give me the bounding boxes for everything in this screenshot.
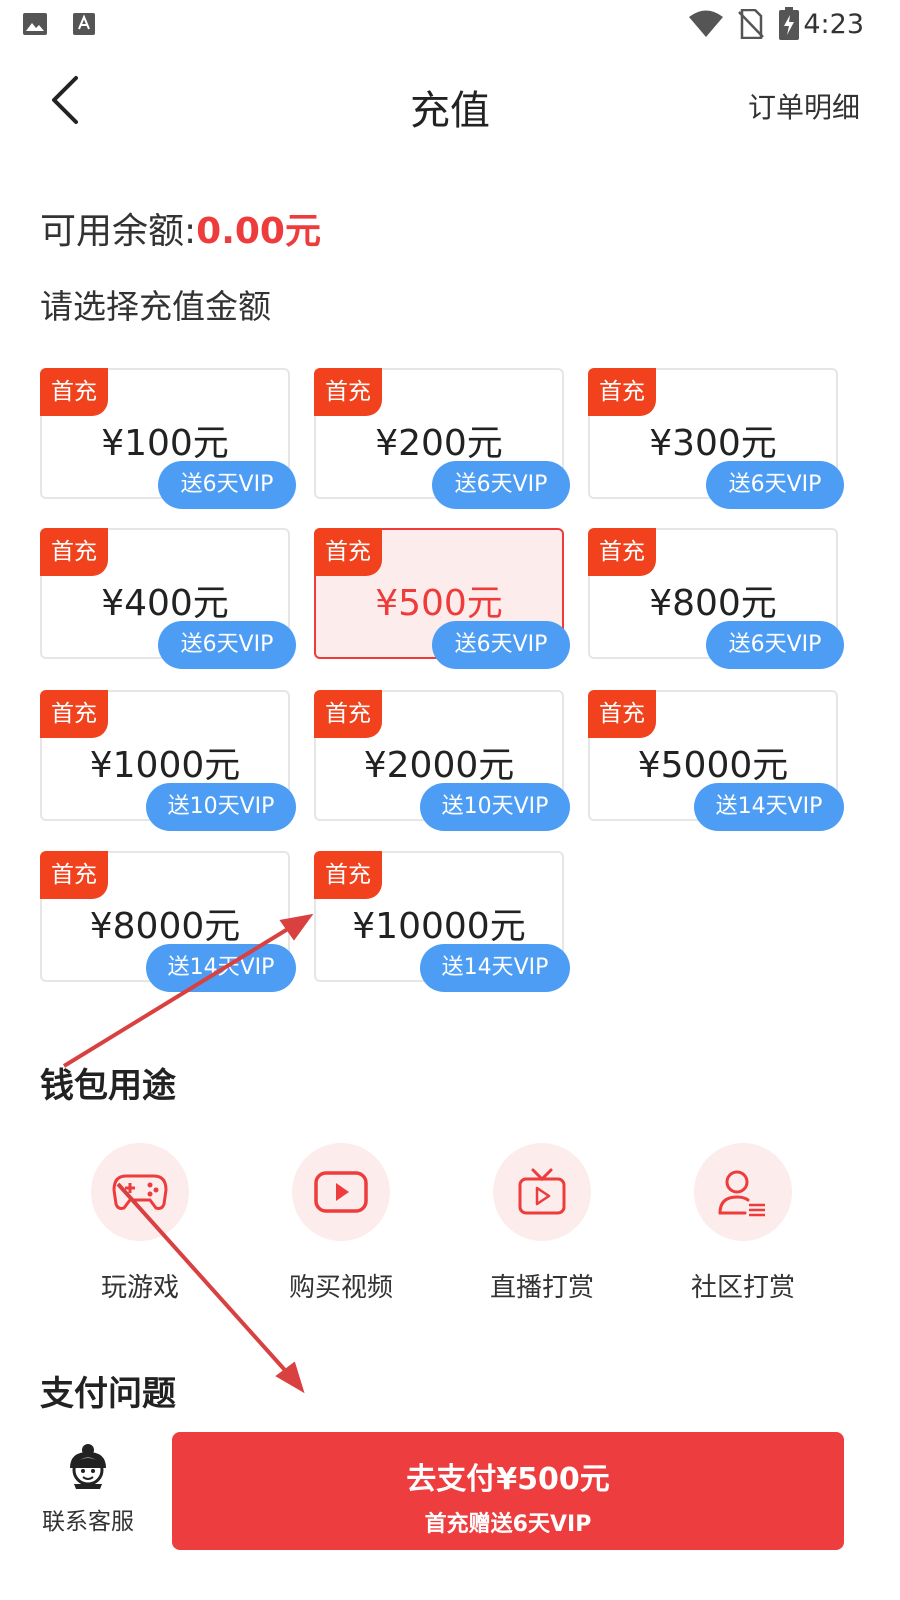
usage-icon-circle [493, 1143, 591, 1241]
nav-bar: 充值 订单明细 [0, 56, 900, 156]
package-card-2000[interactable]: 首充 ¥2000元 送10天VIP [314, 690, 570, 831]
balance-row: 可用余额:0.00元 [40, 202, 321, 254]
package-card-5000[interactable]: 首充 ¥5000元 送14天VIP [588, 690, 844, 831]
pay-button-label: 去支付¥500元 [406, 1462, 610, 1497]
usage-label: 社区打赏 [690, 1273, 795, 1303]
vip-gift-badge: 送6天VIP [706, 621, 844, 669]
choose-amount-label: 请选择充值金额 [40, 287, 271, 326]
gamepad-icon [112, 1174, 168, 1210]
vip-gift-badge: 送10天VIP [420, 783, 570, 831]
package-price: ¥8000元 [89, 906, 241, 947]
pay-button[interactable]: 去支付¥500元 首充赠送6天VIP [172, 1432, 844, 1550]
keyboard-a-icon [73, 13, 95, 35]
balance-label: 可用余额: [40, 211, 197, 252]
vip-gift-badge: 送6天VIP [432, 461, 570, 509]
package-card-800[interactable]: 首充 ¥800元 送6天VIP [588, 528, 844, 669]
package-price: ¥200元 [375, 423, 503, 464]
vip-gift-badge: 送6天VIP [706, 461, 844, 509]
vip-gift-badge: 送6天VIP [158, 461, 296, 509]
wifi-icon [689, 10, 723, 37]
play-video-icon [314, 1171, 368, 1213]
first-recharge-tag: 首充 [588, 690, 656, 738]
live-tv-icon [518, 1168, 566, 1215]
first-recharge-tag: 首充 [314, 851, 382, 899]
usage-icon-circle [694, 1143, 792, 1241]
community-user-icon [718, 1170, 765, 1217]
chevron-left-icon [52, 76, 78, 124]
package-price: ¥800元 [649, 583, 777, 624]
usage-community-tips[interactable]: 社区打赏 [663, 1143, 823, 1304]
first-recharge-tag: 首充 [314, 690, 382, 738]
battery-charging-icon [779, 7, 799, 40]
customer-service-icon [70, 1444, 106, 1489]
package-price: ¥400元 [101, 583, 229, 624]
package-card-10000[interactable]: 首充 ¥10000元 送14天VIP [314, 851, 570, 992]
customer-service-label: 联系客服 [42, 1509, 134, 1535]
usage-icon-circle [292, 1143, 390, 1241]
vip-gift-badge: 送10天VIP [146, 783, 296, 831]
package-price: ¥10000元 [352, 906, 526, 947]
no-sim-icon [738, 9, 764, 39]
wallet-usage-title: 钱包用途 [40, 1066, 176, 1106]
package-card-200[interactable]: 首充 ¥200元 送6天VIP [314, 368, 570, 509]
first-recharge-tag: 首充 [40, 690, 108, 738]
usage-play-games[interactable]: 玩游戏 [60, 1143, 220, 1304]
usage-label: 玩游戏 [100, 1273, 179, 1303]
first-recharge-tag: 首充 [588, 368, 656, 416]
first-recharge-tag: 首充 [588, 528, 656, 576]
order-details-link[interactable]: 订单明细 [748, 86, 860, 126]
package-price: ¥500元 [375, 583, 503, 624]
first-recharge-tag: 首充 [40, 368, 108, 416]
vip-gift-badge: 送14天VIP [694, 783, 844, 831]
first-recharge-tag: 首充 [314, 528, 382, 576]
package-price: ¥1000元 [89, 745, 241, 786]
package-price: ¥100元 [101, 423, 229, 464]
package-card-300[interactable]: 首充 ¥300元 送6天VIP [588, 368, 844, 509]
gallery-icon [23, 13, 47, 35]
usage-icon-circle [91, 1143, 189, 1241]
package-card-400[interactable]: 首充 ¥400元 送6天VIP [40, 528, 296, 669]
vip-gift-badge: 送6天VIP [158, 621, 296, 669]
first-recharge-tag: 首充 [314, 368, 382, 416]
vip-gift-badge: 送14天VIP [146, 944, 296, 992]
package-price: ¥2000元 [363, 745, 515, 786]
balance-amount: 0.00元 [196, 211, 321, 252]
payment-issues-title: 支付问题 [40, 1374, 176, 1414]
usage-label: 购买视频 [288, 1273, 393, 1303]
package-card-500-selected[interactable]: 首充 ¥500元 送6天VIP [314, 528, 570, 669]
bottom-bar: 联系客服 去支付¥500元 首充赠送6天VIP [0, 1420, 900, 1600]
first-recharge-tag: 首充 [40, 851, 108, 899]
vip-gift-badge: 送14天VIP [420, 944, 570, 992]
package-card-8000[interactable]: 首充 ¥8000元 送14天VIP [40, 851, 296, 992]
usage-live-tips[interactable]: 直播打赏 [462, 1143, 622, 1304]
usage-buy-videos[interactable]: 购买视频 [261, 1143, 421, 1304]
first-recharge-tag: 首充 [40, 528, 108, 576]
package-price: ¥5000元 [637, 745, 789, 786]
usage-label: 直播打赏 [489, 1273, 594, 1303]
status-time: 4:23 [803, 9, 864, 40]
package-price: ¥300元 [649, 423, 777, 464]
back-button[interactable] [40, 72, 100, 132]
pay-button-sublabel: 首充赠送6天VIP [424, 1512, 592, 1537]
vip-gift-badge: 送6天VIP [432, 621, 570, 669]
package-card-1000[interactable]: 首充 ¥1000元 送10天VIP [40, 690, 296, 831]
customer-service-button[interactable]: 联系客服 [36, 1442, 140, 1536]
package-card-100[interactable]: 首充 ¥100元 送6天VIP [40, 368, 296, 509]
status-bar: 4:23 [0, 0, 900, 48]
